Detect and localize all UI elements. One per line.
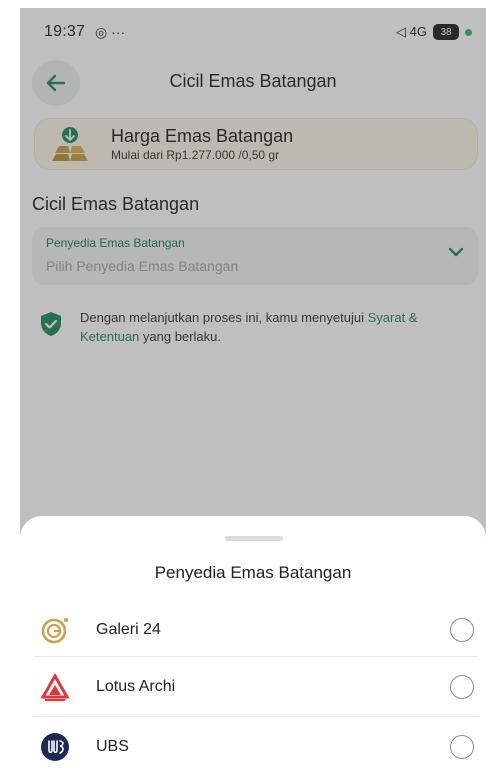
provider-radio[interactable] [450,618,474,642]
provider-option-galeri-24[interactable]: Galeri 24 [34,600,478,660]
provider-option-name: Lotus Archi [96,678,176,695]
provider-option-name: Galeri 24 [96,621,161,638]
sheet-title: Penyedia Emas Batangan [154,563,352,582]
galeri24-logo-icon [40,615,70,645]
provider-radio[interactable] [450,735,474,759]
provider-option-name: UBS [96,738,129,755]
lotus-archi-logo-icon [40,672,70,702]
screen: 19:37 ◎ ··· ◁ 4G 38 Cicil Emas Batangan [20,8,486,770]
ubs-logo-icon [40,732,70,762]
sheet-drag-handle[interactable] [225,536,283,541]
provider-option-ubs[interactable]: UBS [34,717,478,770]
provider-radio[interactable] [450,675,474,699]
provider-bottom-sheet: Penyedia Emas Batangan Galeri 24 Lotus A… [20,516,486,770]
provider-option-lotus-archi[interactable]: Lotus Archi [34,657,478,717]
